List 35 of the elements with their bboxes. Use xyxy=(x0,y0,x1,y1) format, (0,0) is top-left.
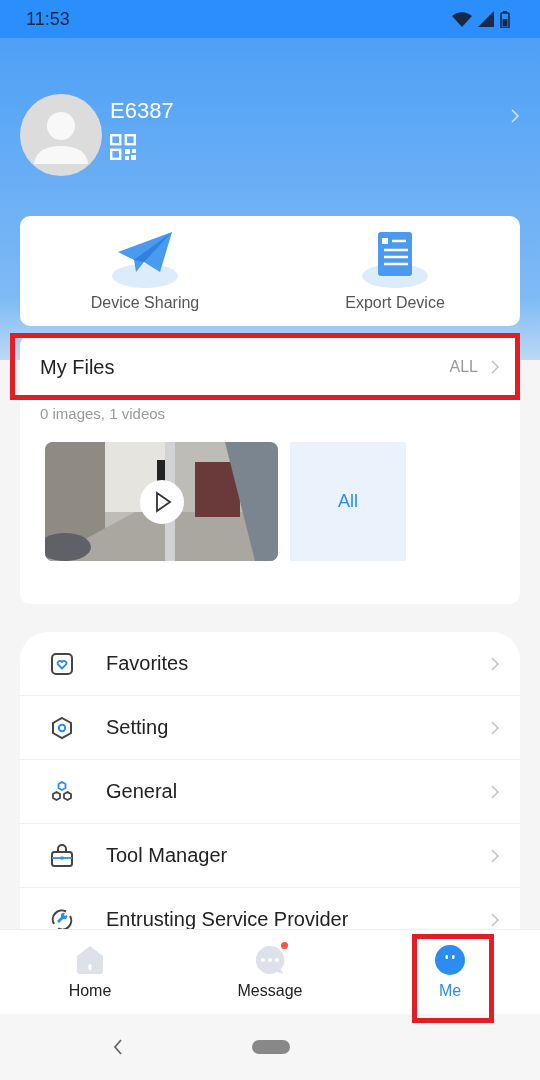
chevron-icon[interactable] xyxy=(510,108,520,124)
chevron-icon xyxy=(490,655,500,672)
menu-item[interactable]: Setting xyxy=(20,696,520,760)
menu-item[interactable]: Tool Manager xyxy=(20,824,520,888)
settings-icon xyxy=(50,715,74,740)
menu-item[interactable]: General xyxy=(20,760,520,824)
document-icon xyxy=(360,230,430,290)
chevron-icon xyxy=(490,783,500,800)
toolbox-icon xyxy=(50,843,74,868)
quick-action[interactable]: Device Sharing xyxy=(20,216,270,326)
chat-bubble-icon xyxy=(254,944,286,976)
quick-action[interactable]: Export Device xyxy=(270,216,520,326)
battery-icon xyxy=(500,10,510,28)
wifi-icon xyxy=(452,11,472,27)
user-name: E6387 xyxy=(110,98,175,124)
home-icon xyxy=(74,944,106,976)
chevron-icon xyxy=(490,911,500,928)
qr-code-icon[interactable] xyxy=(110,134,136,160)
hexagons-icon xyxy=(50,779,74,804)
play-icon[interactable] xyxy=(139,479,185,525)
chevron-icon xyxy=(490,719,500,736)
home-pill[interactable] xyxy=(252,1040,290,1054)
file-summary: 0 images, 1 videos xyxy=(39,404,167,422)
wrench-icon xyxy=(50,907,74,929)
tab[interactable]: Home xyxy=(0,930,180,1014)
paper-plane-icon xyxy=(110,230,180,290)
signal-icon xyxy=(478,11,494,27)
chevron-icon xyxy=(490,359,500,375)
chevron-icon xyxy=(490,847,500,864)
back-icon[interactable] xyxy=(112,1038,124,1056)
tab[interactable]: Message xyxy=(180,930,360,1014)
menu-item[interactable]: Favorites xyxy=(20,632,520,696)
profile-icon xyxy=(434,944,466,976)
status-time: 11:53 xyxy=(26,8,70,30)
section-title: My Files xyxy=(40,355,115,379)
